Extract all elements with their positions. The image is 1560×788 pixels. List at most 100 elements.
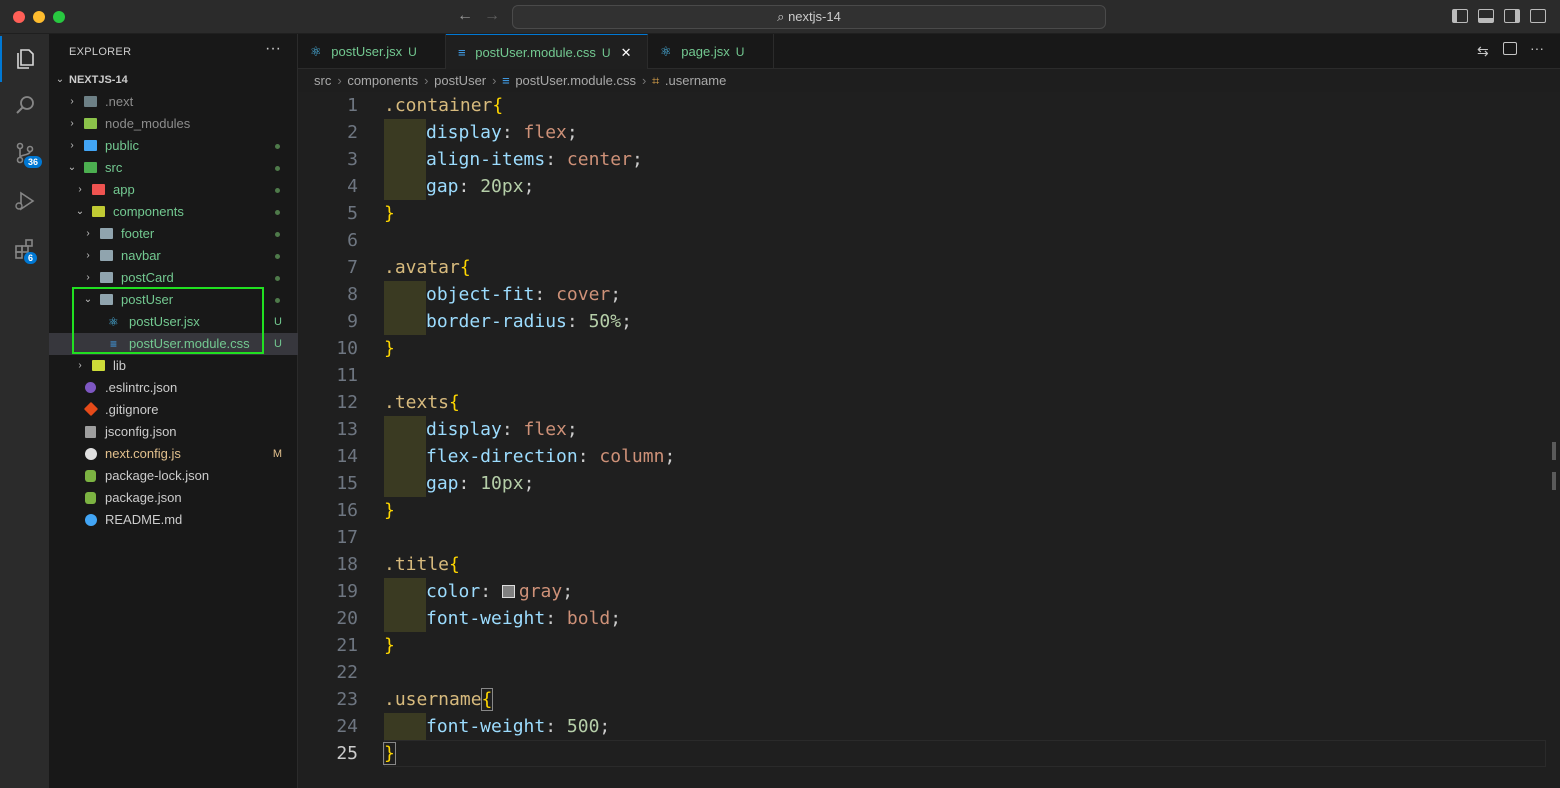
chevron-down-icon: ⌄ [67, 162, 77, 173]
command-center[interactable]: ⌕ nextjs-14 [512, 5, 1106, 29]
line-number: 19 [336, 581, 358, 602]
run-debug-activity[interactable] [0, 178, 49, 224]
tree-item-package-lock[interactable]: package-lock.json [49, 465, 298, 487]
root-folder[interactable]: ⌄ NEXTJS-14 [49, 69, 298, 91]
tree-item-src[interactable]: ⌄ src [49, 157, 298, 179]
tree-item-eslintrc[interactable]: .eslintrc.json [49, 377, 298, 399]
status-dot [275, 188, 280, 193]
chevron-right-icon: › [70, 96, 74, 107]
line-number: 6 [347, 230, 358, 251]
toggle-primary-sidebar-icon[interactable] [1452, 9, 1468, 23]
tree-item-package[interactable]: package.json [49, 487, 298, 509]
tree-item-jsconfig[interactable]: jsconfig.json [49, 421, 298, 443]
tree-item-components[interactable]: ⌄ components [49, 201, 298, 223]
tree-item-next-config[interactable]: next.config.js M [49, 443, 298, 465]
forward-arrow-icon[interactable]: → [484, 7, 500, 25]
scrollbar-marker[interactable] [1552, 442, 1556, 460]
git-status-modified: M [272, 448, 282, 460]
breadcrumb-item[interactable]: postUser [434, 73, 486, 88]
tree-item-label: README.md [105, 512, 183, 527]
tree-item-label: components [113, 204, 184, 219]
tree-item-lib[interactable]: › lib [49, 355, 298, 377]
code-line: gap: 20px; [384, 173, 534, 200]
breadcrumb-item[interactable]: src [314, 73, 331, 88]
code-line: .texts{ [384, 392, 460, 413]
tree-item-label: public [105, 138, 139, 153]
source-control-activity[interactable]: 36 [0, 130, 49, 176]
tab-page-jsx[interactable]: ⚛ page.jsx U [648, 34, 774, 69]
more-actions-icon[interactable]: ··· [1530, 40, 1544, 56]
chevron-right-icon: › [78, 184, 82, 195]
current-line-highlight [384, 740, 1546, 767]
code-line: } [383, 742, 396, 765]
scrollbar-marker[interactable] [1552, 472, 1556, 490]
tree-item-postcard[interactable]: › postCard [49, 267, 298, 289]
breadcrumb-item[interactable]: components [347, 73, 418, 88]
toggle-secondary-sidebar-icon[interactable] [1504, 9, 1520, 23]
tree-item-label: app [113, 182, 135, 197]
tree-item-readme[interactable]: README.md [49, 509, 298, 531]
status-dot [275, 254, 280, 259]
chevron-right-icon: › [70, 140, 74, 151]
code-line: object-fit: cover; [384, 281, 621, 308]
extensions-activity[interactable]: 6 [0, 226, 49, 272]
line-number: 22 [336, 662, 358, 683]
maximize-window-button[interactable] [53, 11, 65, 23]
tree-item-public[interactable]: › public [49, 135, 298, 157]
compare-changes-icon[interactable]: ⇆ [1477, 43, 1489, 60]
color-swatch[interactable] [501, 585, 515, 598]
tree-item-label: .eslintrc.json [105, 380, 178, 395]
tree-item-footer[interactable]: › footer [49, 223, 298, 245]
tab-status: U [408, 45, 417, 59]
customize-layout-icon[interactable] [1530, 9, 1546, 23]
code-line: display: flex; [384, 416, 578, 443]
tree-item-next[interactable]: › .next [49, 91, 298, 113]
code-line: } [384, 203, 395, 224]
status-dot [275, 166, 280, 171]
back-arrow-icon[interactable]: ← [457, 7, 473, 25]
code-line: } [384, 635, 395, 656]
code-line: align-items: center; [384, 146, 643, 173]
css-file-icon: ≡ [502, 73, 510, 88]
line-number: 4 [347, 176, 358, 197]
git-icon [83, 401, 99, 417]
tab-label: page.jsx [681, 44, 730, 59]
chevron-right-icon: › [78, 360, 82, 371]
code-line: flex-direction: column; [384, 443, 675, 470]
tree-item-navbar[interactable]: › navbar [49, 245, 298, 267]
tree-item-label: .next [105, 94, 134, 109]
line-number: 18 [336, 554, 358, 575]
line-number: 5 [347, 203, 358, 224]
folder-icon [84, 96, 97, 107]
breadcrumb-item[interactable]: .username [665, 73, 726, 88]
tree-item-app[interactable]: › app [49, 179, 298, 201]
code-editor[interactable]: 1 2 3 4 5 6 7 8 9 10 11 12 13 14 15 16 17 18 19 20 21 22 23 24 2… [298, 92, 1560, 788]
line-number: 16 [336, 500, 358, 521]
more-actions-icon[interactable]: ··· [265, 40, 281, 58]
git-status-untracked: U [274, 338, 282, 350]
minimize-window-button[interactable] [33, 11, 45, 23]
nodejs-icon [85, 492, 96, 504]
close-window-button[interactable] [13, 11, 25, 23]
breadcrumb-item[interactable]: postUser.module.css [515, 73, 636, 88]
line-number: 1 [347, 95, 358, 116]
explorer-activity[interactable] [0, 36, 49, 82]
line-number: 13 [336, 419, 358, 440]
tree-item-gitignore[interactable]: .gitignore [49, 399, 298, 421]
search-activity[interactable] [0, 82, 49, 128]
tab-postuser-css[interactable]: ≡ postUser.module.css U ✕ [446, 34, 648, 69]
split-editor-icon[interactable] [1503, 42, 1517, 55]
code-line: display: flex; [384, 119, 578, 146]
line-number: 23 [336, 689, 358, 710]
chevron-down-icon: ⌄ [55, 74, 65, 85]
info-icon [85, 514, 97, 526]
chevron-right-icon: › [424, 73, 429, 88]
line-number: 12 [336, 392, 358, 413]
close-icon[interactable]: ✕ [621, 45, 632, 60]
tree-item-node-modules[interactable]: › node_modules [49, 113, 298, 135]
chevron-right-icon: › [86, 228, 90, 239]
toggle-panel-icon[interactable] [1478, 9, 1494, 23]
tab-postuser-jsx[interactable]: ⚛ postUser.jsx U [298, 34, 446, 69]
react-icon: ⚛ [310, 44, 322, 59]
line-number: 11 [336, 365, 358, 386]
